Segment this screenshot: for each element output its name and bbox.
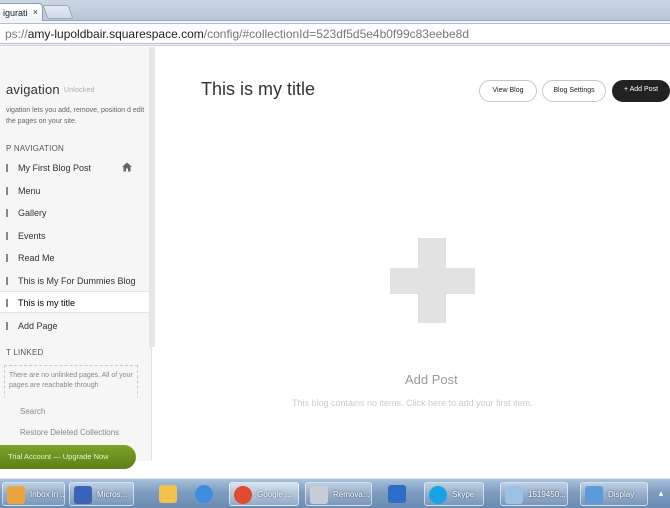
taskbar-item-ie[interactable] <box>191 482 217 506</box>
nav-item-label: Read Me <box>18 253 55 263</box>
blog-settings-button[interactable]: Blog Settings <box>542 80 606 102</box>
outlook-icon <box>388 485 406 503</box>
empty-state-message[interactable]: This blog contains no items. Click here … <box>292 398 533 408</box>
taskbar-item-word[interactable]: Micros... <box>69 482 134 506</box>
nav-item-menu[interactable]: Menu <box>0 180 151 202</box>
restore-deleted-link[interactable]: Restore Deleted Collections <box>20 428 119 437</box>
url-path: /config/#collectionId=523df5d5e4b0f99c83… <box>203 27 470 41</box>
mail-icon <box>7 486 25 504</box>
add-page-button[interactable]: Add Page <box>0 315 151 337</box>
taskbar-item-label: Inbox in ... <box>30 490 65 499</box>
folder-icon <box>159 485 177 503</box>
sidebar-description: vigation lets you add, remove, position … <box>6 107 145 125</box>
taskbar-item-folder[interactable] <box>155 482 181 506</box>
page-title: This is my title <box>201 79 316 99</box>
url-input[interactable]: ps://amy-lupoldbair.squarespace.com/conf… <box>0 23 670 44</box>
taskbar-item-label: Skype <box>452 490 475 499</box>
tab-close-icon[interactable]: × <box>33 7 38 17</box>
nav-item-label: This is My For Dummies Blog <box>18 276 136 286</box>
plus-icon <box>6 322 8 330</box>
nav-item-label: Gallery <box>18 208 47 218</box>
ie-icon <box>195 485 213 503</box>
url-host: amy-lupoldbair.squarespace.com <box>27 27 204 41</box>
word-icon <box>74 486 92 504</box>
taskbar-item-chrome[interactable]: Google ... <box>229 482 299 506</box>
tab-title: igurati <box>3 8 28 18</box>
windows-taskbar: Inbox in ... Micros... Google ... Remova… <box>0 478 670 508</box>
url-prefix: ps:// <box>5 27 28 41</box>
show-hidden-icons-button[interactable]: ▴ <box>654 484 668 504</box>
paint-icon <box>505 486 523 504</box>
drag-handle-icon[interactable] <box>6 299 8 307</box>
address-bar: ps://amy-lupoldbair.squarespace.com/conf… <box>0 21 670 46</box>
skype-icon <box>429 486 447 504</box>
nav-item-label: Events <box>18 231 46 241</box>
drag-handle-icon[interactable] <box>6 232 8 240</box>
drag-handle-icon[interactable] <box>6 187 8 195</box>
top-navigation-heading: P NAVIGATION <box>6 144 64 153</box>
taskbar-item-inbox[interactable]: Inbox in ... <box>2 482 65 506</box>
new-tab-button[interactable] <box>42 5 74 19</box>
drag-handle-icon[interactable] <box>6 164 8 172</box>
sidebar-scrollbar[interactable] <box>149 47 155 347</box>
drive-icon <box>310 486 328 504</box>
lock-status-badge[interactable]: Unlocked <box>64 87 95 94</box>
taskbar-item-label: 1519450... <box>528 490 566 499</box>
drag-handle-icon[interactable] <box>6 209 8 217</box>
taskbar-item-removable[interactable]: Remova... <box>305 482 372 506</box>
upgrade-button[interactable]: Trial Account — Upgrade Now <box>0 445 136 469</box>
add-post-button[interactable]: + Add Post <box>612 80 670 102</box>
taskbar-item-skype[interactable]: Skype <box>424 482 484 506</box>
sidebar-title: avigation Unlocked <box>6 82 95 97</box>
browser-tab-bar: igurati × <box>0 0 670 21</box>
drag-handle-icon[interactable] <box>6 277 8 285</box>
browser-tab[interactable]: igurati × <box>0 3 43 21</box>
nav-item-label: This is my title <box>18 298 76 308</box>
nav-item-events[interactable]: Events <box>0 225 151 247</box>
taskbar-item-outlook[interactable] <box>384 482 410 506</box>
unlinked-empty-note: There are no unlinked pages. All of your… <box>4 365 138 399</box>
nav-item-this-is-my-title[interactable]: This is my title <box>0 291 151 313</box>
add-post-plus-icon-bar[interactable] <box>390 268 475 294</box>
chrome-icon <box>234 486 252 504</box>
sidebar-title-text: avigation <box>6 82 60 97</box>
drag-handle-icon[interactable] <box>6 254 8 262</box>
nav-item-my-first-blog-post[interactable]: My First Blog Post <box>0 157 151 179</box>
taskbar-item-display[interactable]: Display <box>580 482 648 506</box>
nav-item-read-me[interactable]: Read Me <box>0 247 151 269</box>
empty-state-title[interactable]: Add Post <box>405 372 458 387</box>
display-icon <box>585 486 603 504</box>
taskbar-item-label: Remova... <box>333 490 370 499</box>
nav-item-gallery[interactable]: Gallery <box>0 202 151 224</box>
taskbar-item-paint[interactable]: 1519450... <box>500 482 568 506</box>
screen: igurati × ps://amy-lupoldbair.squarespac… <box>0 0 670 508</box>
view-blog-button[interactable]: View Blog <box>479 80 537 102</box>
not-linked-heading: T LINKED <box>6 348 44 357</box>
add-page-label: Add Page <box>18 321 58 331</box>
home-icon <box>122 162 132 172</box>
navigation-sidebar: avigation Unlocked vigation lets you add,… <box>0 47 152 461</box>
nav-item-label: Menu <box>18 186 41 196</box>
nav-item-label: My First Blog Post <box>18 163 92 173</box>
nav-item-for-dummies-blog[interactable]: This is My For Dummies Blog <box>0 270 151 292</box>
taskbar-item-label: Google ... <box>257 490 292 499</box>
taskbar-item-label: Display <box>608 490 635 499</box>
search-link[interactable]: Search <box>20 407 45 416</box>
taskbar-item-label: Micros... <box>97 490 128 499</box>
